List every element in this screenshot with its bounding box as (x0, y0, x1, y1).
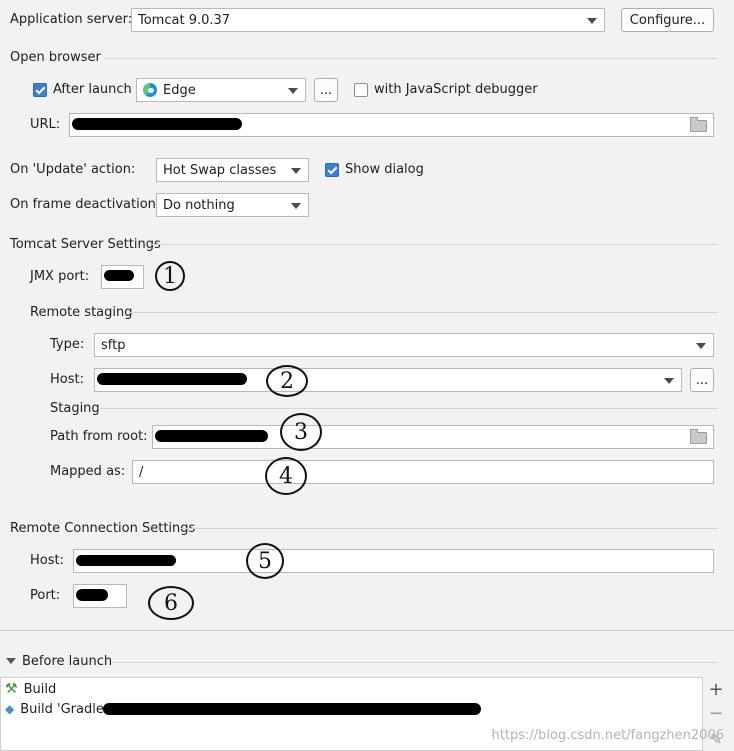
hammer-icon: ⚒ (5, 681, 18, 697)
staging-separator (100, 408, 718, 409)
watermark-text: https://blog.csdn.net/fangzhen2006 (491, 728, 724, 743)
annotation-4: 4 (265, 457, 307, 495)
staging-type-select[interactable]: sftp (94, 333, 714, 357)
update-action-value: Hot Swap classes (163, 162, 277, 178)
app-server-value: Tomcat 9.0.37 (138, 12, 231, 28)
staging-title: Staging (50, 401, 100, 416)
connection-host-label: Host: (30, 553, 64, 568)
mapped-as-value: / (139, 464, 144, 480)
chevron-down-icon (587, 18, 597, 24)
chevron-down-icon (664, 378, 674, 384)
mapped-as-label: Mapped as: (50, 464, 126, 479)
staging-host-options-button[interactable]: ... (690, 368, 714, 392)
connection-port-label: Port: (30, 588, 61, 603)
configure-button[interactable]: Configure... (621, 8, 714, 32)
annotation-3: 3 (280, 413, 322, 451)
show-dialog-label: Show dialog (345, 162, 424, 177)
before-launch-separator (112, 662, 718, 663)
browser-select[interactable]: Edge (136, 78, 306, 102)
app-server-label: Application server: (10, 12, 133, 27)
mapped-as-input[interactable]: / (132, 460, 714, 484)
chevron-down-icon (696, 343, 706, 349)
annotation-2: 2 (266, 365, 308, 397)
chevron-down-icon (288, 88, 298, 94)
browser-options-button[interactable]: ... (314, 78, 338, 102)
list-item[interactable]: ⚒ Build (5, 680, 56, 698)
after-launch-label: After launch (53, 82, 132, 97)
remove-icon[interactable]: − (708, 705, 724, 723)
list-item[interactable]: ◆ Build 'Gradle : (5, 700, 112, 718)
show-dialog-checkbox[interactable] (325, 163, 339, 177)
before-launch-title: Before launch (22, 654, 113, 669)
chevron-down-icon (291, 203, 301, 209)
gradle-icon: ◆ (5, 702, 15, 716)
before-launch-item-label: Build (23, 681, 57, 697)
url-label: URL: (30, 117, 61, 132)
frame-deactivation-label: On frame deactivation: (10, 197, 161, 212)
redaction-mark (155, 430, 268, 442)
annotation-5: 5 (246, 543, 284, 579)
app-server-select[interactable]: Tomcat 9.0.37 (131, 8, 605, 32)
browser-value: Edge (163, 82, 196, 98)
staging-host-label: Host: (50, 372, 84, 387)
before-launch-item-label: Build 'Gradle : (20, 701, 113, 717)
folder-icon[interactable] (690, 117, 707, 132)
annotation-1: 1 (155, 261, 185, 291)
tomcat-settings-separator (152, 244, 718, 245)
chevron-down-icon[interactable] (6, 658, 16, 664)
staging-type-label: Type: (50, 337, 85, 352)
open-browser-title: Open browser (10, 50, 101, 65)
annotation-6: 6 (148, 586, 194, 620)
redaction-mark (104, 270, 134, 281)
add-icon[interactable]: + (708, 681, 724, 699)
redaction-mark (72, 118, 242, 130)
redaction-mark (76, 589, 108, 601)
js-debugger-label: with JavaScript debugger (374, 82, 538, 97)
path-from-root-label: Path from root: (50, 429, 148, 444)
panel-divider (0, 630, 734, 631)
remote-staging-separator (129, 312, 718, 313)
frame-deactivation-select[interactable]: Do nothing (156, 193, 309, 217)
remote-connection-separator (180, 528, 718, 529)
frame-deactivation-value: Do nothing (163, 197, 235, 213)
jmx-port-label: JMX port: (30, 269, 90, 284)
update-action-select[interactable]: Hot Swap classes (156, 158, 309, 182)
js-debugger-checkbox[interactable] (354, 83, 368, 97)
edge-icon (143, 83, 157, 97)
folder-icon[interactable] (690, 429, 707, 444)
redaction-mark (103, 703, 481, 715)
remote-connection-title: Remote Connection Settings (10, 521, 196, 536)
chevron-down-icon (291, 168, 301, 174)
staging-type-value: sftp (101, 337, 126, 353)
open-browser-separator (104, 58, 718, 59)
remote-staging-title: Remote staging (30, 305, 133, 320)
redaction-mark (76, 555, 176, 566)
after-launch-checkbox[interactable] (33, 83, 47, 97)
redaction-mark (97, 373, 247, 385)
update-action-label: On 'Update' action: (10, 162, 136, 177)
tomcat-settings-title: Tomcat Server Settings (10, 237, 161, 252)
